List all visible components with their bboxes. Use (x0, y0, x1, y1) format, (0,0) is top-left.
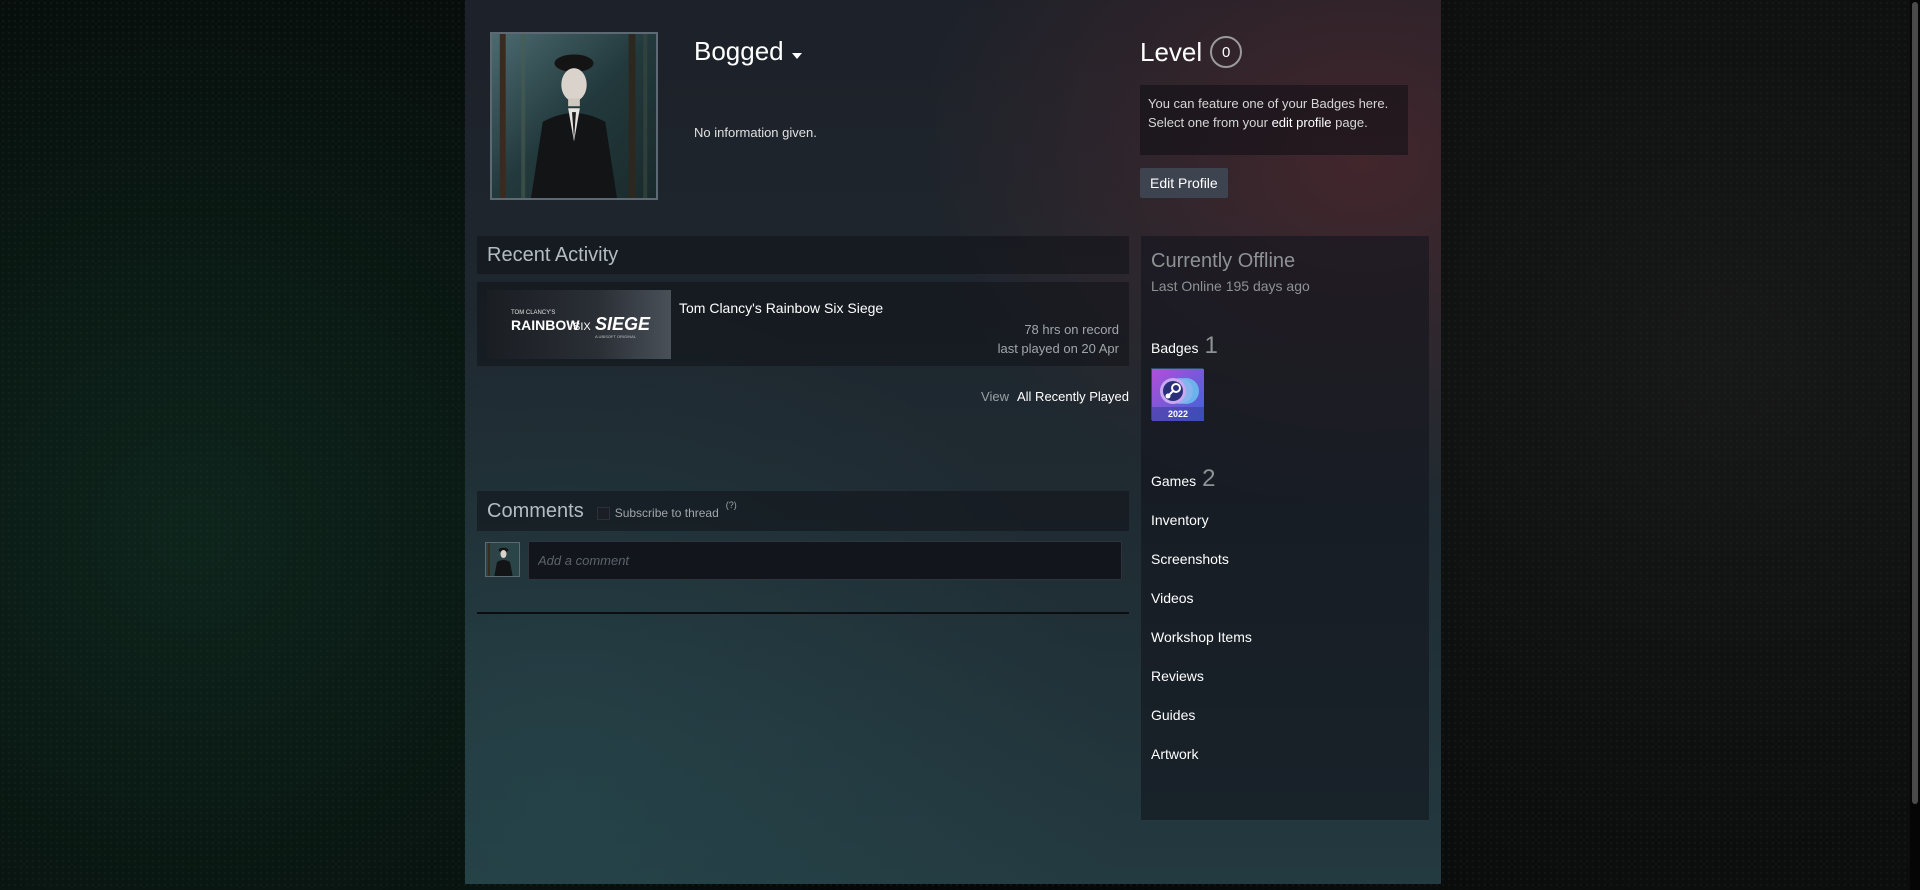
page-scrollbar[interactable] (1910, 0, 1920, 890)
comments-header: Comments Subscribe to thread (?) (477, 491, 1129, 531)
persona-name-dropdown[interactable]: Bogged (694, 36, 802, 67)
recent-activity-header: Recent Activity (477, 236, 1129, 274)
game-hours: 78 hrs on record (1024, 322, 1119, 337)
guides-link[interactable]: Guides (1151, 707, 1195, 723)
comment-avatar (485, 542, 520, 577)
persona-name: Bogged (694, 36, 784, 66)
level-label: Level (1140, 36, 1203, 67)
badge-year: 2022 (1168, 409, 1188, 419)
badges-link[interactable]: Badges 1 (1151, 332, 1218, 360)
comments-divider (477, 612, 1129, 614)
games-link[interactable]: Games 2 (1151, 465, 1215, 493)
capsule-title-b: SIX (573, 321, 591, 333)
capsule-sub: A UBISOFT ORIGINAL (595, 334, 637, 339)
games-label: Games (1151, 473, 1197, 489)
games-count: 2 (1202, 465, 1216, 492)
capsule-title-a: RAINBOW (511, 317, 580, 333)
avatar-image (492, 34, 656, 198)
chevron-down-icon (791, 52, 802, 59)
edit-profile-button[interactable]: Edit Profile (1140, 168, 1228, 198)
view-label: View (981, 389, 1009, 404)
comment-input[interactable] (528, 541, 1122, 580)
capsule-brand: TOM CLANCY'S (511, 310, 555, 316)
edit-profile-link[interactable]: edit profile (1272, 115, 1332, 130)
view-all-recently-played: View All Recently Played (981, 389, 1129, 404)
game-name-link[interactable]: Tom Clancy's Rainbow Six Siege (679, 300, 883, 316)
subscribe-thread-toggle[interactable]: Subscribe to thread (?) (596, 500, 737, 520)
comments-title: Comments (487, 499, 584, 522)
badge-note-text-end: page. (1331, 115, 1368, 130)
recent-game-row: TOM CLANCY'S RAINBOW SIX SIEGE A UBISOFT… (477, 282, 1129, 366)
profile-sidebar: Currently Offline Last Online 195 days a… (1141, 236, 1429, 820)
level-badge: 0 (1210, 36, 1243, 68)
profile-summary: No information given. (694, 125, 817, 140)
game-last-played: last played on 20 Apr (997, 341, 1119, 356)
reviews-link[interactable]: Reviews (1151, 668, 1204, 684)
videos-link[interactable]: Videos (1151, 590, 1194, 606)
game-capsule-image[interactable]: TOM CLANCY'S RAINBOW SIX SIEGE A UBISOFT… (487, 290, 671, 359)
scrollbar-thumb[interactable] (1912, 2, 1918, 804)
recent-activity-title: Recent Activity (487, 243, 619, 266)
all-recently-played-link[interactable]: All Recently Played (1017, 389, 1129, 404)
profile-avatar (490, 32, 658, 200)
profile-level: Level 0 (1140, 36, 1243, 68)
subscribe-checkbox[interactable] (596, 506, 610, 520)
steam-badge-icon[interactable]: 2022 (1151, 368, 1204, 421)
artwork-link[interactable]: Artwork (1151, 746, 1198, 762)
featured-badge-note: You can feature one of your Badges here.… (1140, 85, 1408, 155)
badges-label: Badges (1151, 340, 1199, 356)
profile-page: Bogged No information given. Level 0 You… (465, 0, 1441, 884)
help-icon[interactable]: (?) (726, 500, 737, 510)
badges-count: 1 (1204, 332, 1218, 359)
last-online: Last Online 195 days ago (1151, 278, 1310, 294)
capsule-title-c: SIEGE (595, 314, 651, 334)
online-status: Currently Offline (1151, 250, 1296, 272)
screenshots-link[interactable]: Screenshots (1151, 551, 1229, 567)
inventory-link[interactable]: Inventory (1151, 512, 1209, 528)
workshop-items-link[interactable]: Workshop Items (1151, 629, 1252, 645)
subscribe-label: Subscribe to thread (614, 506, 719, 520)
